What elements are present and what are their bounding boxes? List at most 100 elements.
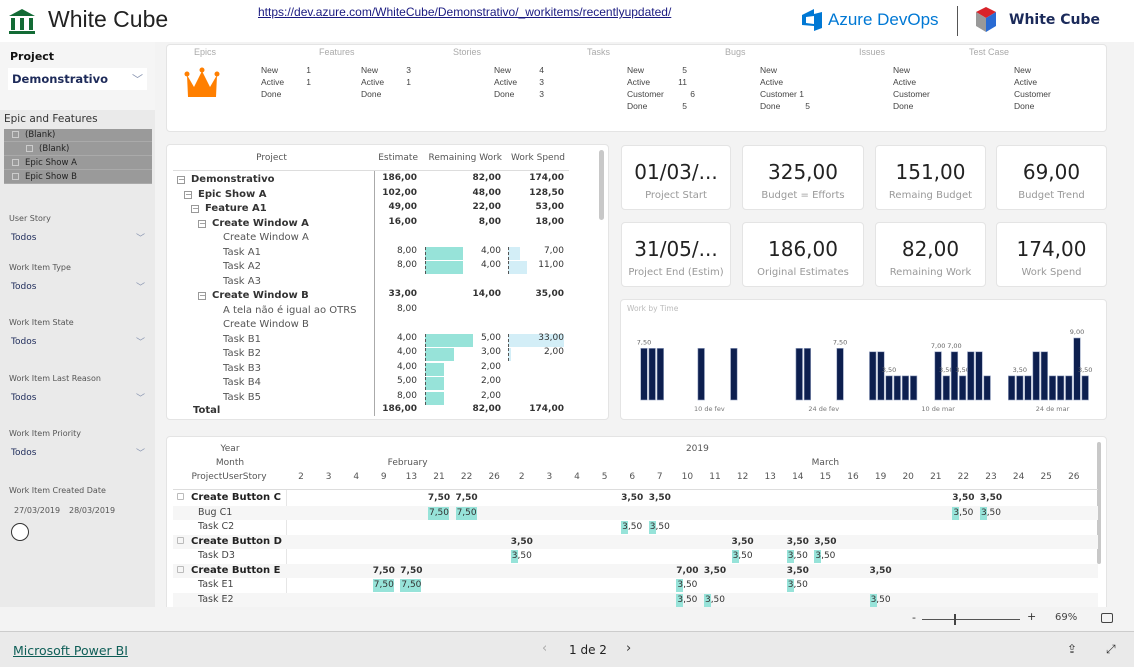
matrix-cell[interactable]: 3,50 bbox=[951, 506, 975, 520]
prev-page-icon[interactable]: ‹ bbox=[542, 641, 547, 656]
matrix-cell[interactable]: 3,50 bbox=[703, 593, 727, 607]
chart-bar[interactable] bbox=[1057, 375, 1065, 401]
matrix-row-header[interactable]: Bug C1 bbox=[198, 506, 232, 520]
matrix-cell[interactable]: 3,50 bbox=[620, 491, 644, 505]
epic-item[interactable]: (Blank) bbox=[4, 129, 152, 142]
tree-row[interactable]: Task B1 bbox=[223, 333, 261, 347]
tree-row[interactable]: − Feature A1 bbox=[191, 202, 267, 216]
day-column-header[interactable]: 3 bbox=[317, 470, 341, 484]
tree-row[interactable]: − Epic Show A bbox=[184, 188, 266, 202]
day-column-header[interactable]: 19 bbox=[869, 470, 893, 484]
collapse-icon[interactable] bbox=[177, 565, 184, 573]
filter-dropdown[interactable]: Todos ﹀ bbox=[9, 335, 147, 351]
tree-row[interactable]: Task B4 bbox=[223, 376, 261, 390]
matrix-row-header[interactable]: Create Button D bbox=[177, 535, 282, 549]
date-from[interactable]: 27/03/2019 bbox=[14, 506, 60, 515]
matrix-row-header[interactable]: Task E2 bbox=[198, 593, 234, 607]
matrix-cell[interactable]: 3,50 bbox=[979, 506, 1003, 520]
chart-bar[interactable] bbox=[1048, 375, 1057, 401]
chart-bar[interactable] bbox=[656, 348, 664, 401]
matrix-cell[interactable]: 3,50 bbox=[620, 520, 644, 534]
chart-bar[interactable] bbox=[942, 375, 950, 401]
matrix-cell[interactable]: 3,50 bbox=[675, 578, 699, 592]
day-column-header[interactable]: 6 bbox=[620, 470, 644, 484]
fullscreen-icon[interactable]: ⤢ bbox=[1106, 642, 1116, 657]
chart-bar[interactable] bbox=[893, 375, 901, 401]
matrix-cell[interactable]: 3,50 bbox=[979, 491, 1003, 505]
matrix-cell[interactable]: 7,00 bbox=[675, 564, 699, 578]
collapse-icon[interactable]: − bbox=[198, 292, 206, 300]
chart-bar[interactable] bbox=[730, 348, 738, 401]
checkbox[interactable] bbox=[26, 145, 33, 152]
day-column-header[interactable]: 4 bbox=[565, 470, 589, 484]
matrix-cell[interactable]: 3,50 bbox=[869, 593, 893, 607]
col-header-remaining[interactable]: Remaining Work bbox=[422, 153, 502, 163]
day-column-header[interactable]: 2 bbox=[289, 470, 313, 484]
day-column-header[interactable]: 26 bbox=[1062, 470, 1086, 484]
collapse-icon[interactable]: − bbox=[184, 190, 192, 199]
day-column-header[interactable]: 11 bbox=[703, 470, 727, 484]
day-column-header[interactable]: 22 bbox=[951, 470, 975, 484]
tree-row[interactable]: Task A2 bbox=[223, 260, 261, 274]
chart-bar[interactable] bbox=[697, 348, 705, 401]
chart-bar[interactable] bbox=[1081, 375, 1089, 401]
tree-row[interactable]: Create Window A bbox=[223, 231, 309, 245]
chart-bar[interactable] bbox=[950, 351, 959, 401]
date-slider-handle[interactable] bbox=[11, 523, 29, 541]
filter-dropdown[interactable]: Todos ﹀ bbox=[9, 280, 147, 296]
day-column-header[interactable]: 13 bbox=[399, 470, 423, 484]
matrix-cell[interactable]: 3,50 bbox=[813, 549, 837, 563]
chart-bar[interactable] bbox=[910, 375, 918, 401]
matrix-cell[interactable]: 3,50 bbox=[510, 549, 534, 563]
day-column-header[interactable]: 12 bbox=[731, 470, 755, 484]
checkbox[interactable] bbox=[12, 159, 19, 166]
day-column-header[interactable]: 22 bbox=[455, 470, 479, 484]
collapse-icon[interactable] bbox=[177, 536, 184, 544]
matrix-row-header[interactable]: Task E1 bbox=[198, 578, 234, 592]
tree-row[interactable]: Create Window B bbox=[223, 318, 309, 332]
chart-bar[interactable] bbox=[901, 375, 910, 401]
matrix-cell[interactable]: 3,50 bbox=[786, 535, 810, 549]
col-header-project[interactable]: Project bbox=[169, 153, 374, 163]
day-column-header[interactable]: 21 bbox=[427, 470, 451, 484]
zoom-slider-handle[interactable] bbox=[954, 614, 956, 625]
tree-row[interactable]: − Create Window B bbox=[198, 289, 309, 303]
day-column-header[interactable]: 26 bbox=[482, 470, 506, 484]
day-column-header[interactable]: 20 bbox=[896, 470, 920, 484]
share-icon[interactable]: ⇪ bbox=[1067, 642, 1077, 656]
col-header-estimate[interactable]: Estimate bbox=[372, 153, 418, 163]
tree-row[interactable]: − Create Window A bbox=[198, 217, 309, 231]
matrix-cell[interactable]: 3,50 bbox=[648, 520, 672, 534]
matrix-cell[interactable]: 7,50 bbox=[399, 578, 423, 592]
scrollbar[interactable] bbox=[599, 150, 604, 220]
matrix-cell[interactable]: 3,50 bbox=[813, 535, 837, 549]
matrix-cell[interactable]: 7,50 bbox=[399, 564, 423, 578]
tree-row[interactable]: A tela não é igual ao OTRS bbox=[223, 304, 357, 318]
chart-bar[interactable] bbox=[959, 375, 967, 401]
matrix-cell[interactable]: 3,50 bbox=[786, 549, 810, 563]
chart-bar[interactable] bbox=[803, 348, 812, 401]
chart-bar[interactable] bbox=[885, 375, 893, 401]
chart-bar[interactable] bbox=[1065, 375, 1073, 401]
azure-workitems-link[interactable]: https://dev.azure.com/WhiteCube/Demonstr… bbox=[258, 5, 671, 19]
tree-row[interactable]: Task B2 bbox=[223, 347, 261, 361]
matrix-cell[interactable]: 3,50 bbox=[869, 564, 893, 578]
epic-item[interactable]: (Blank) bbox=[4, 143, 152, 156]
chart-bar[interactable] bbox=[836, 348, 844, 401]
zoom-in-button[interactable]: + bbox=[1027, 610, 1036, 623]
matrix-cell[interactable]: 7,50 bbox=[372, 564, 396, 578]
matrix-cell[interactable]: 3,50 bbox=[648, 491, 672, 505]
day-column-header[interactable]: 10 bbox=[675, 470, 699, 484]
tree-row[interactable]: Task A1 bbox=[223, 246, 261, 260]
matrix-cell[interactable]: 3,50 bbox=[510, 535, 534, 549]
date-to[interactable]: 28/03/2019 bbox=[69, 506, 115, 515]
next-page-icon[interactable]: › bbox=[626, 641, 631, 656]
checkbox[interactable] bbox=[12, 131, 19, 138]
matrix-row-header[interactable]: Create Button C bbox=[177, 491, 281, 505]
epic-item[interactable]: Epic Show A bbox=[4, 157, 152, 170]
matrix-cell[interactable]: 3,50 bbox=[731, 535, 755, 549]
chart-bar[interactable] bbox=[648, 348, 656, 401]
chart-bar[interactable] bbox=[640, 348, 648, 401]
matrix-row-header[interactable]: Task D3 bbox=[198, 549, 235, 563]
matrix-cell[interactable]: 7,50 bbox=[427, 491, 451, 505]
